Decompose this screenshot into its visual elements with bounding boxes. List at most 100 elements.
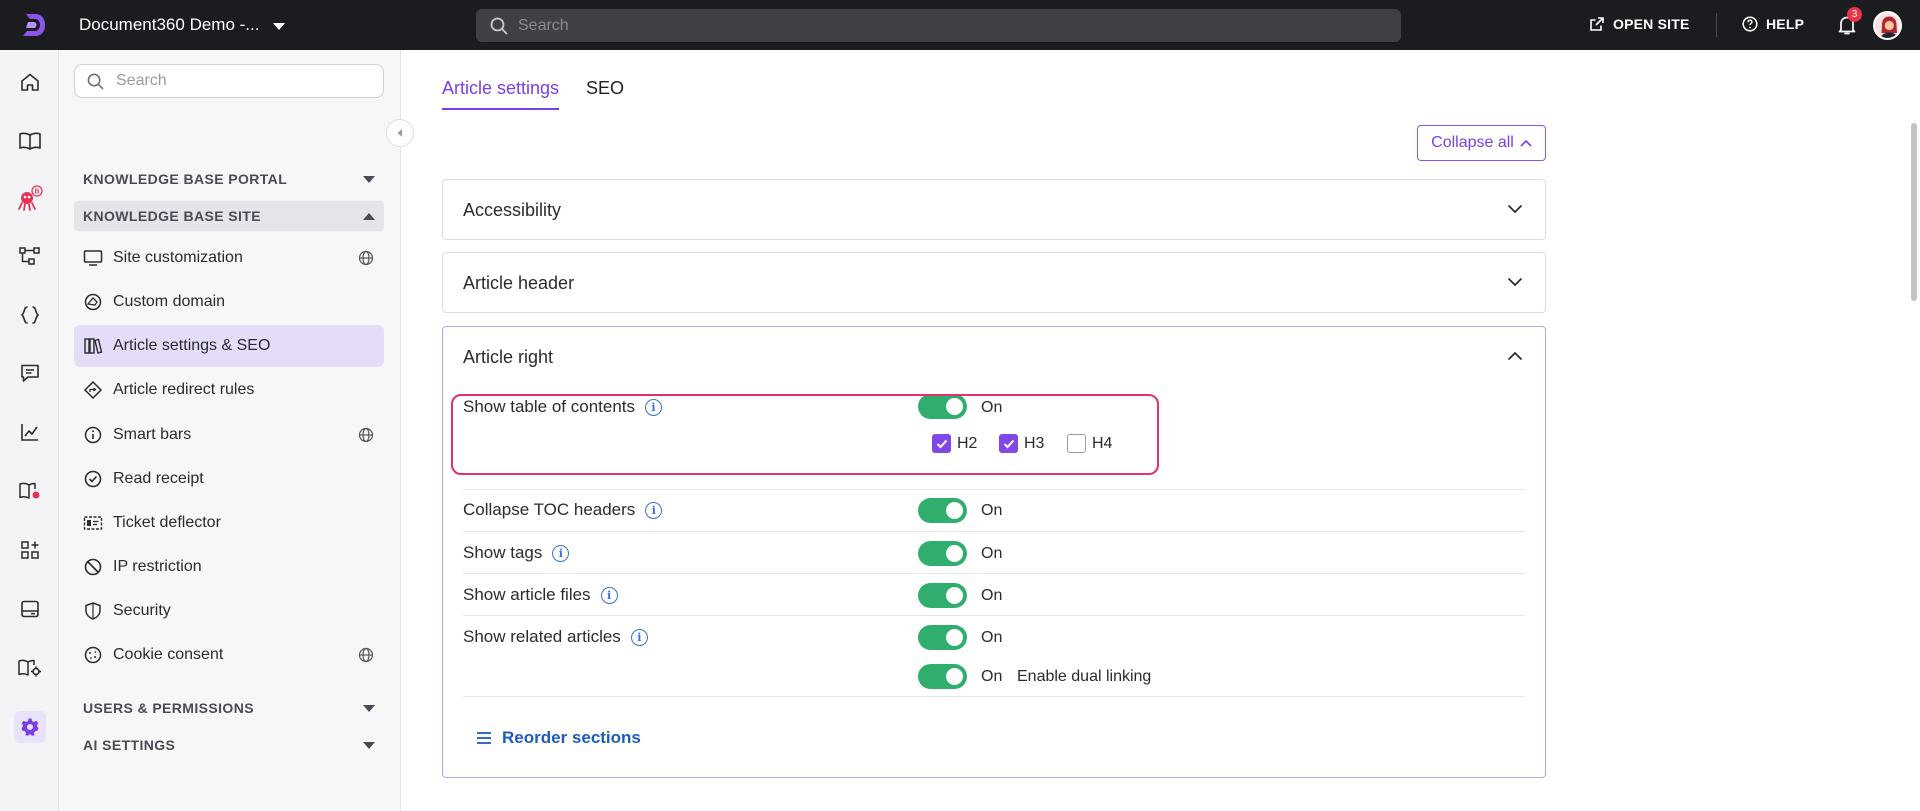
rail-feedback[interactable]: [14, 357, 46, 389]
chevron-down-icon: [363, 704, 375, 712]
toggle-state: On: [981, 545, 1003, 562]
rail-apps[interactable]: [14, 534, 46, 566]
setting-row-show-tags: Show tags i On: [463, 532, 1525, 574]
setting-row-show-article-files: Show article files i On: [463, 574, 1525, 616]
panel-article-header[interactable]: Article header: [442, 252, 1546, 313]
rail-documentation[interactable]: [14, 125, 46, 157]
chevron-down-icon: [1507, 277, 1523, 287]
document360-logo-icon[interactable]: [20, 11, 48, 39]
chevron-up-icon[interactable]: [1507, 351, 1523, 361]
section-users-permissions[interactable]: USERS & PERMISSIONS: [74, 693, 384, 723]
project-switcher[interactable]: Document360 Demo -...: [79, 15, 286, 35]
info-icon[interactable]: i: [630, 628, 648, 646]
sidebar-item-label: Article settings & SEO: [113, 337, 271, 354]
panel-title[interactable]: Article right: [463, 347, 553, 368]
toggle-collapse-toc[interactable]: [918, 498, 967, 523]
sidebar-collapse-button[interactable]: [386, 119, 414, 147]
section-ai-settings[interactable]: AI SETTINGS: [74, 730, 384, 760]
setting-row-collapse-toc: Collapse TOC headers i On: [463, 490, 1525, 532]
sidebar-item-site-customization[interactable]: Site customization: [74, 237, 384, 279]
page-scrollbar[interactable]: [1911, 123, 1917, 301]
toggle-state: On: [981, 668, 1003, 685]
chevron-left-icon: [397, 129, 402, 137]
ticket-icon: [83, 513, 103, 533]
open-site-label: OPEN SITE: [1613, 16, 1690, 32]
sidebar-item-ip-restriction[interactable]: IP restriction: [74, 546, 384, 588]
sidebar-item-ticket-deflector[interactable]: Ticket deflector: [74, 502, 384, 544]
tab-seo[interactable]: SEO: [586, 78, 624, 110]
workflow-icon: [19, 247, 40, 265]
sidebar-item-label: IP restriction: [113, 558, 202, 575]
sidebar-item-label: Security: [113, 602, 171, 619]
section-label: KNOWLEDGE BASE SITE: [83, 208, 261, 224]
rail-knowledge-base[interactable]: [14, 475, 46, 507]
rail-analytics[interactable]: [14, 416, 46, 448]
setting-row-show-related-articles: Show related articles i On On Enable dua…: [463, 616, 1525, 697]
redirect-icon: [83, 380, 103, 400]
globe-icon: [358, 427, 374, 443]
avatar[interactable]: [1873, 11, 1902, 40]
code-icon: [20, 306, 40, 324]
bot-badge-text: B: [34, 189, 39, 196]
info-icon[interactable]: i: [600, 586, 618, 604]
chevron-down-icon: [363, 741, 375, 749]
section-label: AI SETTINGS: [83, 737, 176, 753]
info-icon[interactable]: i: [552, 544, 570, 562]
collapse-all-button[interactable]: Collapse all: [1417, 125, 1546, 161]
rail-settings[interactable]: [14, 711, 46, 743]
rail-api[interactable]: [14, 299, 46, 331]
rail-workflow[interactable]: [14, 240, 46, 272]
panel-accessibility[interactable]: Accessibility: [442, 179, 1546, 240]
book-icon: [19, 132, 41, 150]
tab-article-settings[interactable]: Article settings: [442, 78, 560, 110]
global-search-input[interactable]: Search: [476, 9, 1401, 42]
globe-icon: [358, 250, 374, 266]
sidebar-item-article-redirect-rules[interactable]: Article redirect rules: [74, 369, 384, 411]
section-label: KNOWLEDGE BASE PORTAL: [83, 171, 288, 187]
open-site-button[interactable]: OPEN SITE: [1589, 16, 1689, 32]
toggle-dual-linking[interactable]: [918, 664, 967, 689]
divider: [1716, 13, 1717, 37]
section-knowledge-base-site[interactable]: KNOWLEDGE BASE SITE: [74, 201, 384, 231]
help-button[interactable]: HELP: [1742, 16, 1804, 32]
sidebar-item-read-receipt[interactable]: Read receipt: [74, 458, 384, 500]
rail-home[interactable]: [14, 66, 46, 98]
domain-icon: [83, 292, 103, 312]
list-icon: [477, 732, 491, 744]
toggle-show-related-articles[interactable]: [918, 625, 967, 650]
knowledge-icon: [19, 482, 40, 499]
reorder-sections-label: Reorder sections: [502, 728, 641, 747]
section-knowledge-base-portal[interactable]: KNOWLEDGE BASE PORTAL: [74, 164, 384, 194]
bot-icon: B: [18, 185, 43, 211]
toggle-show-tags[interactable]: [918, 541, 967, 566]
monitor-icon: [83, 248, 103, 268]
top-bar: Document360 Demo -... Search OPEN SITE H…: [0, 0, 1920, 50]
widget-icon: [21, 600, 39, 618]
sidebar-item-cookie-consent[interactable]: Cookie consent: [74, 634, 384, 676]
sidebar-item-security[interactable]: Security: [74, 590, 384, 632]
sidebar-item-label: Ticket deflector: [113, 514, 221, 531]
rail-widget[interactable]: [14, 593, 46, 625]
sidebar-item-article-settings-seo[interactable]: Article settings & SEO: [74, 325, 384, 367]
help-label: HELP: [1766, 16, 1805, 32]
sidebar-item-custom-domain[interactable]: Custom domain: [74, 281, 384, 323]
setting-label: Show article files i: [463, 585, 618, 605]
chevron-down-icon: [1507, 204, 1523, 214]
project-name: Document360 Demo -...: [79, 15, 260, 34]
rail-portal-settings[interactable]: [14, 652, 46, 684]
sidebar-item-label: Site customization: [113, 249, 243, 266]
rail-bot[interactable]: B: [14, 183, 46, 215]
info-icon[interactable]: i: [645, 501, 663, 519]
reorder-sections-button[interactable]: Reorder sections: [476, 728, 641, 748]
sidebar-item-label: Read receipt: [113, 470, 204, 487]
setting-label-text: Collapse TOC headers: [463, 500, 636, 519]
toggle-show-article-files[interactable]: [918, 583, 967, 608]
chevron-up-icon: [363, 212, 375, 220]
collapse-all-label: Collapse all: [1431, 134, 1514, 151]
sidebar-item-smart-bars[interactable]: Smart bars: [74, 414, 384, 456]
sidebar-item-label: Custom domain: [113, 293, 226, 310]
setting-label: Show tags i: [463, 543, 570, 563]
books-icon: [83, 336, 103, 356]
sidebar-search-input[interactable]: Search: [74, 64, 384, 98]
search-placeholder: Search: [518, 16, 569, 34]
